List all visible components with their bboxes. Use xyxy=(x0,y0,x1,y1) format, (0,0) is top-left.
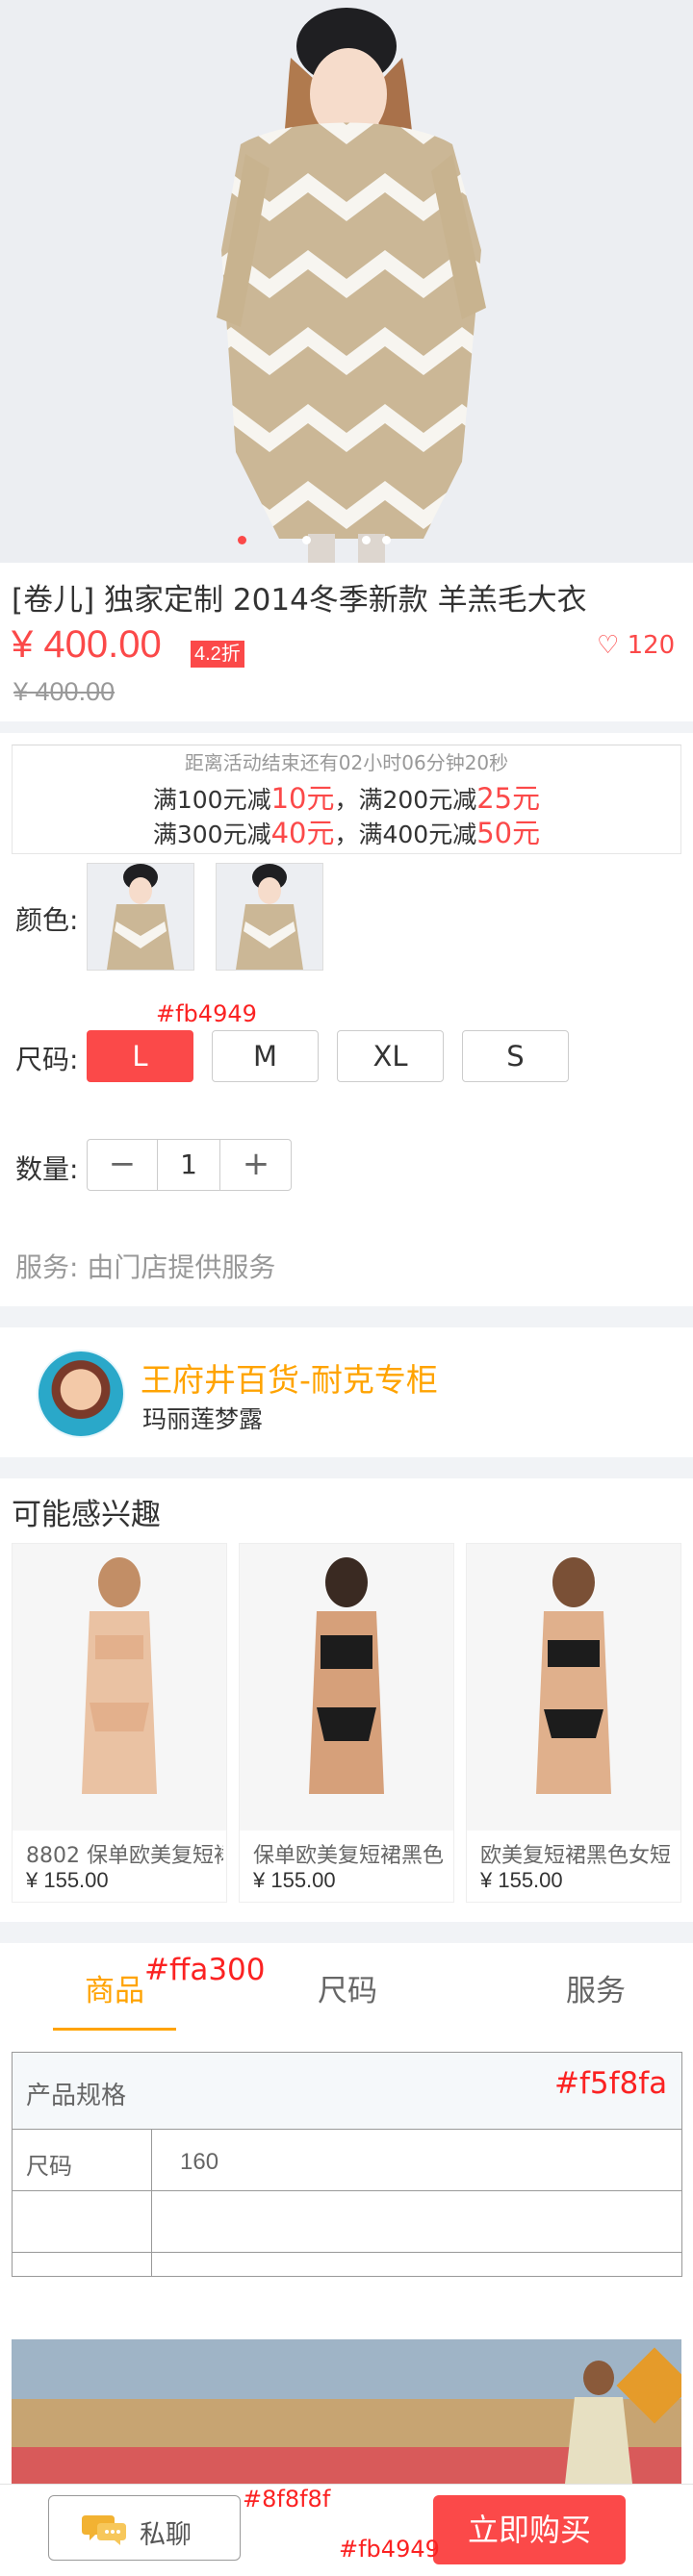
product-title: [卷儿] 独家定制 2014冬季新款 羊羔毛大衣 xyxy=(12,583,587,618)
banner-image xyxy=(12,2339,681,2484)
recommendation-image xyxy=(240,1544,453,1831)
buy-now-button[interactable]: 立即购买 xyxy=(433,2495,626,2564)
product-price: ¥ 400.00 xyxy=(12,623,162,666)
color-annotation: #fb4949 xyxy=(156,1000,257,1027)
favorite-count: 120 xyxy=(627,631,676,660)
recommendation-price: ¥ 155.00 xyxy=(253,1868,336,1892)
promo-rule-text: 满200元减 xyxy=(358,786,477,814)
recommendation-card[interactable]: 保单欧美复短裙黑色 ¥ 155.00 xyxy=(239,1543,454,1903)
quantity-stepper: − 1 + xyxy=(87,1139,292,1191)
spec-key: 尺码 xyxy=(26,2153,72,2180)
chat-label: 私聊 xyxy=(140,2520,192,2550)
column-divider xyxy=(151,2191,152,2252)
spec-table-title: 产品规格 xyxy=(26,2082,127,2110)
promo-rule-text: 满300元减 xyxy=(152,821,271,848)
spec-value: 160 xyxy=(180,2149,219,2175)
size-option-m[interactable]: M xyxy=(212,1030,319,1082)
service-info: 服务: 由门店提供服务 xyxy=(15,1251,276,1283)
recommendation-name: 8802 保单欧美复短裙 xyxy=(26,1844,223,1868)
recommendation-price: ¥ 155.00 xyxy=(26,1868,109,1892)
product-main-image xyxy=(0,0,693,563)
table-row: 尺码 160 xyxy=(13,2130,681,2191)
size-label: 尺码: xyxy=(15,1044,79,1075)
tab-goods[interactable]: 商品 xyxy=(85,1966,144,2009)
chat-color-annotation: #8f8f8f xyxy=(243,2486,331,2513)
size-option-s[interactable]: S xyxy=(462,1030,569,1082)
promo-rule-amount: 40元 xyxy=(270,817,335,849)
color-thumb-image xyxy=(217,864,322,970)
store-brand: 玛丽莲梦露 xyxy=(142,1405,264,1433)
section-divider xyxy=(0,1306,693,1327)
section-divider xyxy=(0,721,693,733)
quantity-value[interactable]: 1 xyxy=(157,1140,220,1190)
recommendation-name: 欧美复短裙黑色女短 xyxy=(480,1844,672,1868)
product-image-carousel[interactable] xyxy=(0,0,693,563)
promo-separator: ， xyxy=(334,786,359,814)
discount-badge: 4.2折 xyxy=(191,641,244,668)
original-price: ¥ 400.00 xyxy=(13,677,116,706)
heart-icon: ♡ xyxy=(597,631,620,660)
tab-size[interactable]: 尺码 xyxy=(318,1966,377,2009)
quantity-plus-button[interactable]: + xyxy=(221,1140,291,1190)
promo-rule-amount: 10元 xyxy=(270,782,335,815)
carousel-dot[interactable] xyxy=(382,536,391,544)
chat-bubble-icon xyxy=(82,2515,126,2545)
color-label: 颜色: xyxy=(15,904,79,936)
promotion-countdown: 距离活动结束还有02小时06分钟20秒 xyxy=(184,751,509,774)
recommendation-card[interactable]: 8802 保单欧美复短裙 ¥ 155.00 xyxy=(12,1543,227,1903)
recommendation-price: ¥ 155.00 xyxy=(480,1868,563,1892)
store-avatar[interactable] xyxy=(37,1350,125,1438)
quantity-label: 数量: xyxy=(15,1153,79,1185)
recommendation-card[interactable]: 欧美复短裙黑色女短 ¥ 155.00 xyxy=(466,1543,681,1903)
table-row xyxy=(13,2253,681,2276)
color-option-thumb[interactable] xyxy=(216,863,323,971)
table-row xyxy=(13,2191,681,2253)
promo-rule-text: 满100元减 xyxy=(152,786,271,814)
size-option-xl[interactable]: XL xyxy=(337,1030,444,1082)
favorite-button[interactable]: ♡ 120 xyxy=(597,631,675,660)
promo-banner[interactable] xyxy=(12,2339,681,2484)
color-option-thumb[interactable] xyxy=(87,863,194,971)
carousel-dot[interactable] xyxy=(302,536,311,544)
carousel-dot[interactable] xyxy=(362,536,371,544)
promo-rule-amount: 25元 xyxy=(476,782,541,815)
promotion-rule-line: 满300元减40元，满400元减50元 xyxy=(13,811,680,851)
buy-color-annotation: #fb4949 xyxy=(339,2536,440,2563)
size-option-l[interactable]: L xyxy=(87,1030,193,1082)
promotion-box: 距离活动结束还有02小时06分钟20秒 满100元减10元，满200元减25元 … xyxy=(12,745,681,854)
section-divider xyxy=(0,1457,693,1478)
active-tab-indicator xyxy=(53,2028,176,2031)
quantity-minus-button[interactable]: − xyxy=(88,1140,157,1190)
recommendation-name: 保单欧美复短裙黑色 xyxy=(253,1844,445,1868)
recommendations-title: 可能感兴趣 xyxy=(12,1498,161,1532)
table-color-annotation: #f5f8fa xyxy=(554,2066,668,2101)
column-divider xyxy=(151,2253,152,2276)
color-thumb-image xyxy=(88,864,193,970)
carousel-dot[interactable] xyxy=(238,536,246,544)
store-name[interactable]: 王府井百货-耐克专柜 xyxy=(141,1354,438,1401)
chat-button[interactable]: 私聊 xyxy=(48,2495,241,2561)
section-divider xyxy=(0,1922,693,1943)
promo-rule-text: 满400元减 xyxy=(358,821,477,848)
recommendation-image xyxy=(467,1544,680,1831)
promo-separator: ， xyxy=(334,821,359,848)
promo-rule-amount: 50元 xyxy=(476,817,541,849)
tab-service[interactable]: 服务 xyxy=(566,1966,626,2009)
column-divider xyxy=(151,2130,152,2190)
tab-color-annotation: #ffa300 xyxy=(144,1953,266,1987)
recommendation-image xyxy=(13,1544,226,1831)
